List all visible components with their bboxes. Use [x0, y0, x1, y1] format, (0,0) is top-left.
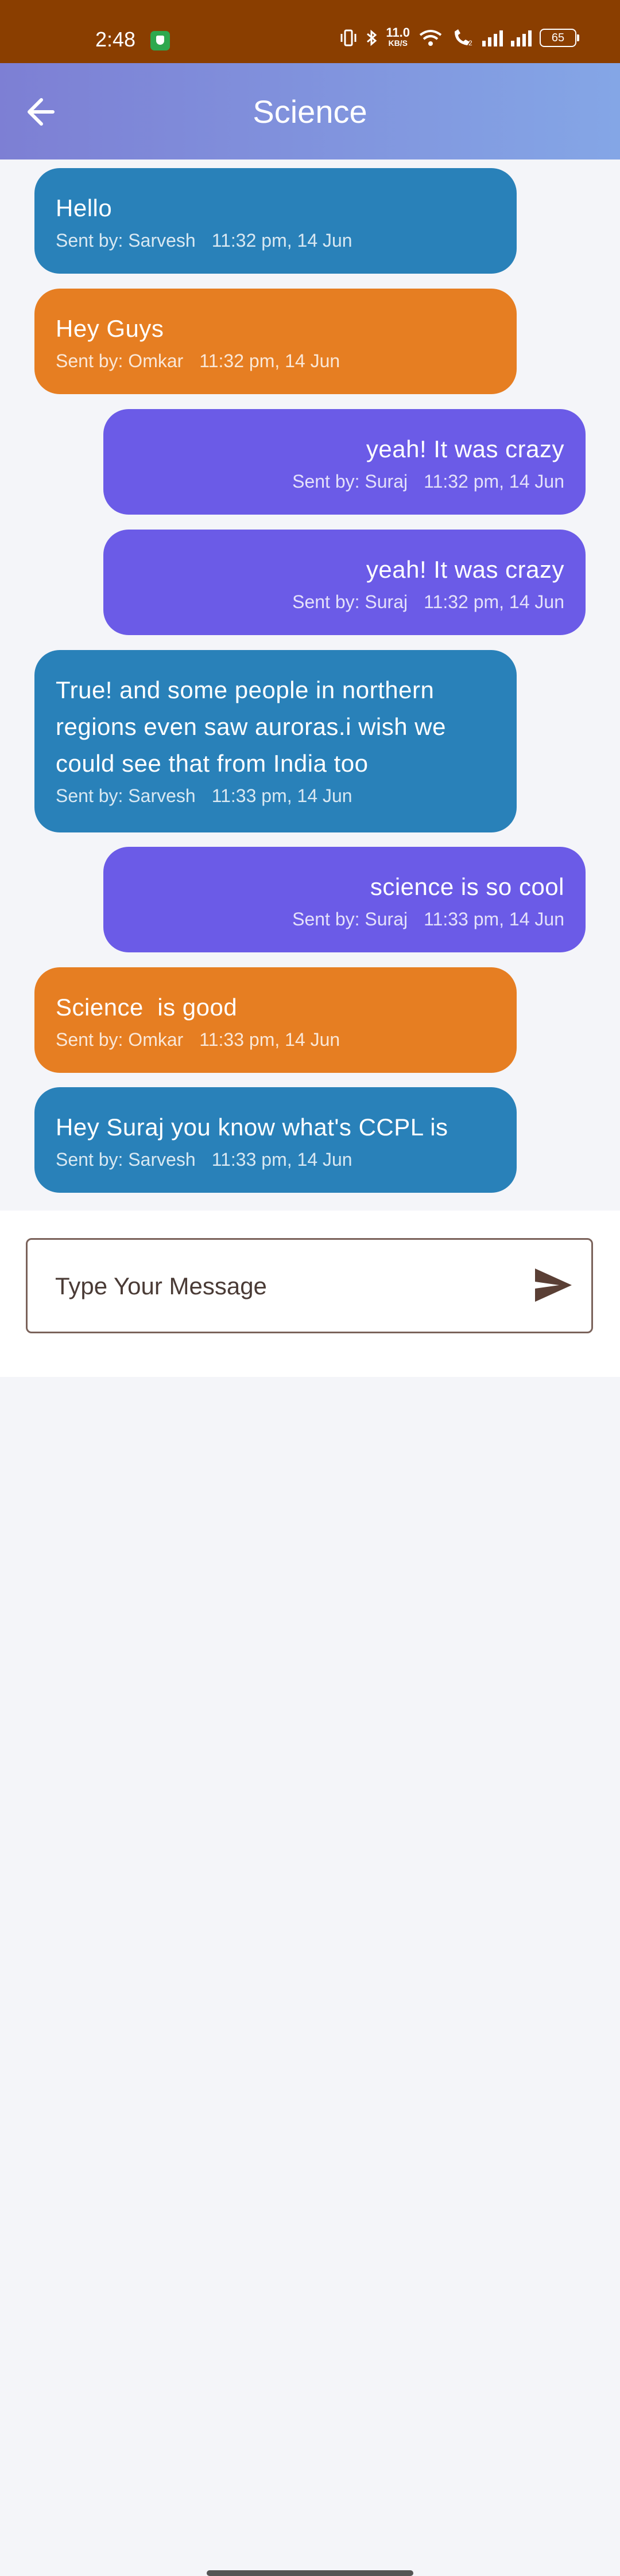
message-bubble[interactable]: Hey Guys Sent by: Omkar 11:32 pm, 14 Jun — [34, 289, 517, 394]
call-icon: 2 — [455, 29, 472, 47]
message-text: yeah! It was crazy — [366, 435, 564, 462]
signal-bars-2-icon — [511, 29, 532, 46]
send-icon[interactable] — [533, 1266, 574, 1304]
message-text: Hey Guys — [56, 315, 164, 342]
message-sender: Sent by: Sarvesh — [56, 785, 196, 806]
message-time: 11:33 pm, 14 Jun — [424, 909, 564, 929]
message-sender: Sent by: Suraj — [292, 592, 408, 612]
message-text: Hello — [56, 194, 113, 221]
message-time: 11:33 pm, 14 Jun — [211, 785, 352, 806]
message-sender: Sent by: Omkar — [56, 1029, 184, 1050]
message-meta: Sent by: Sarvesh 11:33 pm, 14 Jun — [56, 785, 495, 807]
bluetooth-icon — [367, 29, 377, 46]
signal-bars-1-icon — [482, 29, 503, 46]
composer — [0, 1211, 620, 2576]
message-bubble[interactable]: science is so cool Sent by: Suraj 11:33 p… — [103, 847, 586, 952]
page-title: Science — [253, 94, 367, 130]
message-sender: Sent by: Omkar — [56, 351, 184, 371]
message-meta: Sent by: Suraj 11:33 pm, 14 Jun — [125, 909, 564, 930]
message-text: Hey Suraj you know what's CCPL is — [56, 1114, 448, 1141]
message-bubble[interactable]: Hey Suraj you know what's CCPL is Sent b… — [34, 1087, 517, 1193]
network-speed: 11.0 KB/S — [386, 26, 410, 48]
status-bar: 2:48 11.0 KB/S 2 65 — [0, 0, 620, 63]
message-meta: Sent by: Suraj 11:32 pm, 14 Jun — [125, 471, 564, 492]
message-time: 11:33 pm, 14 Jun — [199, 1029, 340, 1050]
shield-icon — [150, 31, 170, 50]
message-time: 11:32 pm, 14 Jun — [424, 592, 564, 612]
message-sender: Sent by: Sarvesh — [56, 230, 196, 251]
vibrate-icon — [340, 29, 356, 46]
message-time: 11:33 pm, 14 Jun — [211, 1149, 352, 1170]
message-bubble[interactable]: yeah! It was crazy Sent by: Suraj 11:32 p… — [103, 409, 586, 515]
message-meta: Sent by: Suraj 11:32 pm, 14 Jun — [125, 592, 564, 613]
message-sender: Sent by: Suraj — [292, 471, 408, 492]
message-meta: Sent by: Sarvesh 11:33 pm, 14 Jun — [56, 1149, 495, 1170]
message-bubble[interactable]: yeah! It was crazy Sent by: Suraj 11:32 p… — [103, 530, 586, 635]
message-list[interactable]: Hello Sent by: Sarvesh 11:32 pm, 14 Jun H… — [0, 159, 620, 1211]
message-time: 11:32 pm, 14 Jun — [211, 230, 352, 251]
message-time: 11:32 pm, 14 Jun — [199, 351, 340, 371]
message-text: yeah! It was crazy — [366, 556, 564, 583]
message-text: science is so cool — [370, 873, 564, 900]
message-sender: Sent by: Suraj — [292, 909, 408, 929]
message-input[interactable] — [54, 1240, 527, 1333]
message-text: Science is good — [56, 994, 238, 1021]
message-meta: Sent by: Omkar 11:32 pm, 14 Jun — [56, 351, 495, 372]
message-input-box — [26, 1238, 593, 1333]
message-meta: Sent by: Sarvesh 11:32 pm, 14 Jun — [56, 230, 495, 251]
network-speed-unit: KB/S — [388, 38, 408, 48]
message-sender: Sent by: Sarvesh — [56, 1149, 196, 1170]
wifi-icon — [419, 30, 442, 46]
battery-icon: 65 — [540, 29, 579, 47]
message-bubble[interactable]: Science is good Sent by: Omkar 11:33 pm, … — [34, 967, 517, 1073]
svg-text:2: 2 — [468, 39, 472, 47]
message-bubble[interactable]: Hello Sent by: Sarvesh 11:32 pm, 14 Jun — [34, 168, 517, 274]
battery-level: 65 — [551, 32, 565, 44]
message-time: 11:32 pm, 14 Jun — [424, 471, 564, 492]
message-text: True! and some people in northern region… — [56, 676, 446, 777]
home-indicator[interactable] — [207, 2570, 413, 2576]
status-icons: 11.0 KB/S 2 65 — [340, 26, 579, 48]
app-bar: Science — [0, 63, 620, 159]
status-time: 2:48 — [95, 28, 136, 51]
message-bubble[interactable]: True! and some people in northern region… — [34, 650, 517, 832]
message-meta: Sent by: Omkar 11:33 pm, 14 Jun — [56, 1029, 495, 1050]
